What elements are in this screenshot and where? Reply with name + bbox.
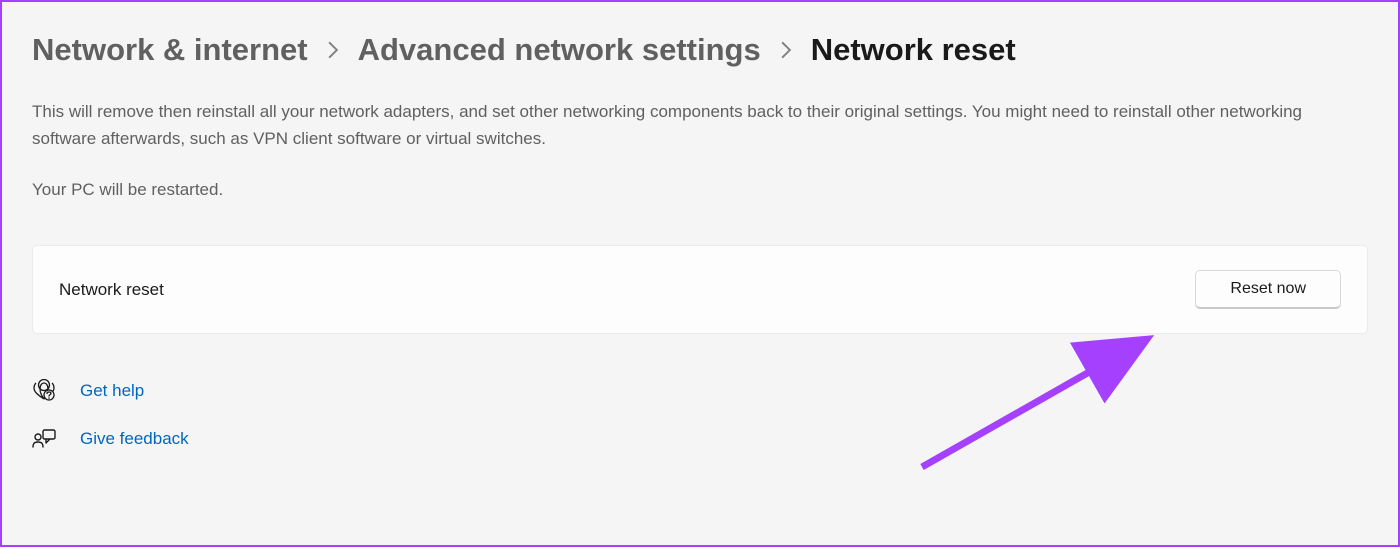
help-icon xyxy=(32,379,56,403)
description-text: This will remove then reinstall all your… xyxy=(32,98,1352,152)
breadcrumb-item-network[interactable]: Network & internet xyxy=(32,32,308,68)
chevron-right-icon xyxy=(779,41,793,59)
reset-card: Network reset Reset now xyxy=(32,245,1368,334)
reset-card-label: Network reset xyxy=(59,280,164,300)
give-feedback-link[interactable]: Give feedback xyxy=(32,427,1368,451)
help-links: Get help Give feedback xyxy=(32,379,1368,451)
feedback-icon xyxy=(32,427,56,451)
chevron-right-icon xyxy=(326,41,340,59)
breadcrumb-item-advanced[interactable]: Advanced network settings xyxy=(358,32,761,68)
reset-now-button[interactable]: Reset now xyxy=(1195,270,1341,309)
get-help-label: Get help xyxy=(80,381,144,401)
get-help-link[interactable]: Get help xyxy=(32,379,1368,403)
give-feedback-label: Give feedback xyxy=(80,429,189,449)
restart-note-text: Your PC will be restarted. xyxy=(32,180,1368,200)
breadcrumb: Network & internet Advanced network sett… xyxy=(32,32,1368,68)
breadcrumb-item-reset: Network reset xyxy=(811,32,1016,68)
